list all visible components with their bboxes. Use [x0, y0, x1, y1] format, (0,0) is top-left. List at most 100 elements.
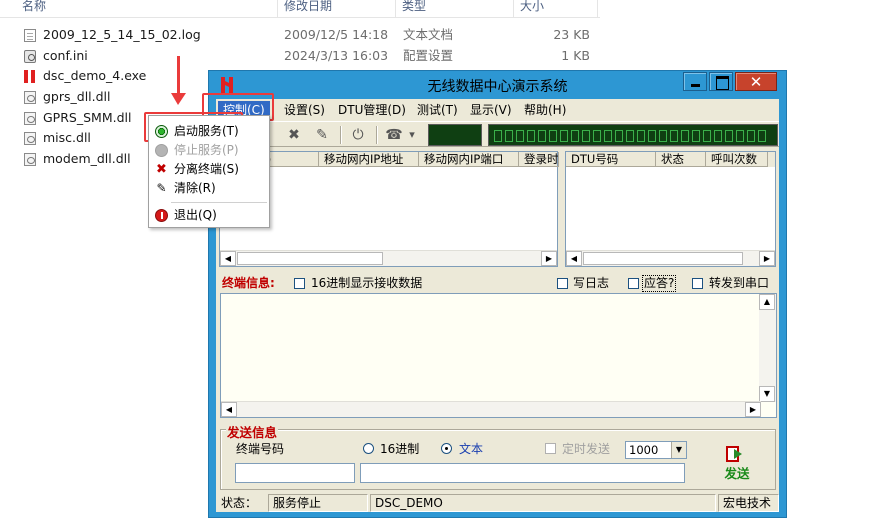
menu-item-exit[interactable]: 退出(Q)	[150, 206, 268, 225]
dll-file-icon	[24, 153, 36, 166]
horizontal-scrollbar[interactable]: ◀ ▶	[220, 250, 557, 266]
channel-indicator-segment	[516, 130, 524, 142]
send-button-label: 发送	[724, 466, 750, 481]
scroll-right-icon[interactable]: ▶	[745, 402, 761, 417]
scroll-thumb[interactable]	[237, 252, 383, 265]
terminal-info-bar: 终端信息: 16进制显示接收数据 写日志 应答? 转发到串口	[219, 274, 776, 292]
hex-radio[interactable]	[363, 443, 374, 454]
column-type[interactable]: 类型	[396, 0, 514, 18]
col-status[interactable]: 状态	[656, 152, 706, 167]
terminal-output[interactable]: ▲ ▼ ◀ ▶	[220, 293, 777, 418]
file-name: conf.ini	[43, 48, 88, 63]
exit-icon[interactable]: ⏻	[348, 125, 368, 145]
col-login-time[interactable]: 登录时间	[519, 152, 559, 167]
detach-terminal-icon: ✖	[156, 162, 167, 177]
col-call-count[interactable]: 呼叫次数	[706, 152, 768, 167]
exe-file-icon	[24, 70, 36, 83]
dll-file-icon	[24, 132, 36, 145]
column-date[interactable]: 修改日期	[278, 0, 396, 18]
menu-item-stop-service[interactable]: 停止服务(P)	[150, 141, 268, 160]
app-window: 无线数据中心演示系统 ✕ 控制(C) 设置(S) DTU管理(D) 测试(T) …	[208, 70, 787, 518]
hex-display-checkbox[interactable]	[294, 278, 305, 289]
scroll-thumb[interactable]	[583, 252, 743, 265]
file-name: GPRS_SMM.dll	[43, 110, 132, 125]
send-content-input[interactable]	[360, 463, 685, 483]
channel-indicator-segment	[747, 130, 755, 142]
scroll-down-icon[interactable]: ▼	[759, 386, 775, 402]
scroll-right-icon[interactable]: ▶	[541, 251, 557, 266]
scroll-left-icon[interactable]: ◀	[566, 251, 582, 266]
log-file-icon	[24, 29, 36, 42]
company-status: 宏电技术	[718, 494, 779, 512]
minimize-button[interactable]	[683, 72, 707, 91]
horizontal-scrollbar[interactable]: ◀ ▶	[566, 250, 775, 266]
menu-separator	[171, 202, 267, 203]
col-ip-address[interactable]: 移动网内IP地址	[319, 152, 419, 167]
col-dtu-no[interactable]: DTU号码	[566, 152, 656, 167]
col-ip-port[interactable]: 移动网内IP端口	[419, 152, 519, 167]
column-name[interactable]: 名称	[0, 0, 278, 18]
text-radio[interactable]	[441, 443, 452, 454]
channel-indicator-segment	[736, 130, 744, 142]
explorer-column-header: 名称 修改日期 类型 大小	[0, 0, 600, 18]
close-button[interactable]: ✕	[735, 72, 777, 91]
scroll-left-icon[interactable]: ◀	[221, 402, 237, 417]
clear-icon[interactable]: ✎	[312, 125, 332, 145]
dtu-list-header: DTU号码 状态 呼叫次数	[566, 152, 775, 167]
menu-help[interactable]: 帮助(H)	[519, 101, 571, 120]
channel-indicator-segment	[758, 130, 766, 142]
timed-send-checkbox[interactable]	[545, 443, 556, 454]
title-bar[interactable]: 无线数据中心演示系统 ✕	[209, 71, 786, 98]
scroll-up-icon[interactable]: ▲	[759, 294, 775, 310]
channel-indicator-segment	[725, 130, 733, 142]
channel-indicator-segment	[681, 130, 689, 142]
write-log-checkbox[interactable]	[557, 278, 568, 289]
horizontal-scrollbar[interactable]: ◀ ▶	[221, 401, 761, 417]
vertical-scrollbar[interactable]: ▲ ▼	[759, 294, 776, 402]
send-icon	[726, 445, 744, 462]
chevron-down-icon[interactable]: ▼	[671, 442, 686, 458]
menu-dtu-manage[interactable]: DTU管理(D)	[333, 101, 411, 120]
channel-indicator-segment	[505, 130, 513, 142]
file-row[interactable]: conf.ini 2024/3/13 16:03 配置设置 1 KB	[0, 46, 600, 66]
reply-checkbox[interactable]	[628, 278, 639, 289]
file-name: modem_dll.dll	[43, 151, 131, 166]
maximize-button[interactable]	[709, 72, 733, 91]
scroll-left-icon[interactable]: ◀	[220, 251, 236, 266]
menu-item-clear[interactable]: ✎ 清除(R)	[150, 179, 268, 198]
menu-item-label: 退出(Q)	[174, 208, 217, 222]
column-size[interactable]: 大小	[514, 0, 598, 18]
toolbar-separator	[376, 126, 378, 144]
menu-item-start-service[interactable]: 启动服务(T)	[150, 122, 268, 141]
forward-serial-checkbox[interactable]	[692, 278, 703, 289]
menu-settings[interactable]: 设置(S)	[279, 101, 330, 120]
close-icon: ✕	[749, 73, 763, 91]
hex-radio-label: 16进制	[380, 442, 420, 456]
channel-indicator-segment	[549, 130, 557, 142]
file-type: 配置设置	[403, 48, 454, 63]
status-bar: 状态： 服务停止 DSC_DEMO 宏电技术	[216, 493, 779, 512]
chevron-down-icon[interactable]: ▾	[406, 125, 418, 145]
kick-terminal-icon[interactable]: ✖	[284, 125, 304, 145]
channel-indicator-segment	[604, 130, 612, 142]
channel-indicator-segment	[692, 130, 700, 142]
send-interval-value: 1000	[629, 443, 659, 457]
phone-icon[interactable]: ☎	[384, 125, 404, 145]
channel-indicator-panel	[488, 124, 778, 146]
menu-item-detach-terminal[interactable]: ✖ 分离终端(S)	[150, 160, 268, 179]
channel-indicator-segment	[637, 130, 645, 142]
menu-test[interactable]: 测试(T)	[412, 101, 463, 120]
annotation-arrow-head	[171, 93, 186, 105]
menu-view[interactable]: 显示(V)	[465, 101, 517, 120]
send-button[interactable]: 发送	[717, 442, 757, 482]
scroll-right-icon[interactable]: ▶	[759, 251, 775, 266]
send-interval-select[interactable]: 1000 ▼	[625, 441, 687, 459]
status-indicator-panel	[428, 124, 482, 146]
terminal-info-label: 终端信息:	[222, 276, 275, 290]
dtu-list[interactable]: DTU号码 状态 呼叫次数 ◀ ▶	[565, 151, 776, 267]
terminal-no-label: 终端号码	[236, 442, 285, 456]
channel-indicator-segment	[582, 130, 590, 142]
file-row[interactable]: 2009_12_5_14_15_02.log 2009/12/5 14:18 文…	[0, 25, 600, 45]
menu-item-label: 清除(R)	[174, 181, 216, 195]
terminal-no-input[interactable]	[235, 463, 355, 483]
